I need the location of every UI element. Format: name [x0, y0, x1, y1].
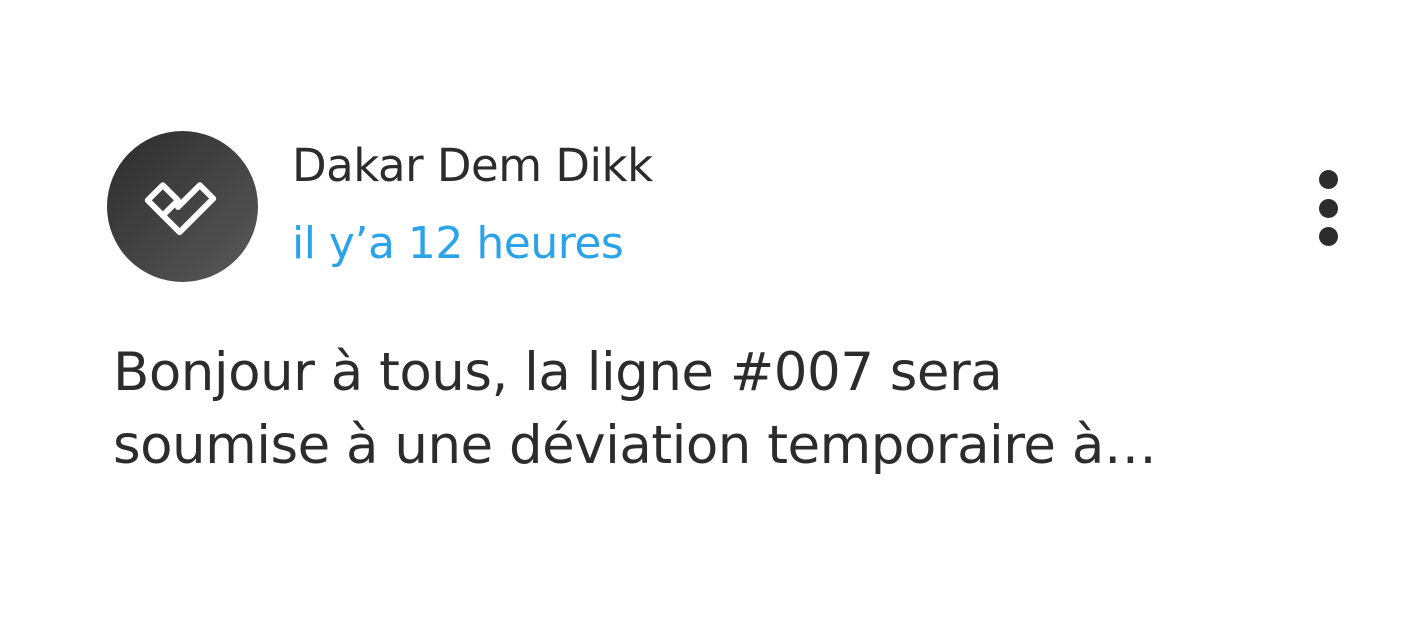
author-name[interactable]: Dakar Dem Dikk	[292, 136, 653, 196]
heart-logo-icon	[144, 181, 216, 235]
avatar[interactable]	[107, 131, 258, 282]
more-vertical-icon-dot-3	[1318, 227, 1338, 246]
more-vertical-icon-dot-1	[1318, 170, 1338, 189]
more-options-button[interactable]	[1304, 166, 1352, 250]
post-timestamp: il y’a 12 heures	[292, 218, 624, 269]
post-message-line: Bonjour à tous, la ligne #007 sera	[113, 342, 1003, 403]
more-vertical-icon-dot-2	[1318, 198, 1338, 218]
post-card[interactable]: Dakar Dem Dikk il y’a 12 heures Bonjour …	[0, 0, 1427, 620]
post-message-line: soumise à une déviation temporaire à…	[113, 415, 1157, 476]
post-message[interactable]: Bonjour à tous, la ligne #007 sera soumi…	[113, 336, 1333, 482]
